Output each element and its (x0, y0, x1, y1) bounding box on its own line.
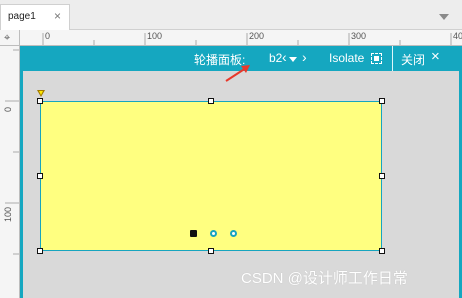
ruler-label: 0 (45, 31, 51, 41)
ruler-label: 100 (3, 206, 13, 222)
ruler-label: 400 (453, 31, 462, 41)
close-tab-icon[interactable]: × (54, 9, 61, 23)
carousel-panel[interactable] (40, 101, 382, 251)
ruler-ticks (5, 49, 19, 255)
resize-handle-left[interactable] (37, 173, 43, 179)
resize-handle-right[interactable] (379, 173, 385, 179)
ruler-label: 100 (147, 31, 163, 41)
chevron-down-icon[interactable] (289, 57, 297, 62)
next-state-button[interactable]: › (302, 49, 307, 65)
carousel-dot-2[interactable] (210, 230, 217, 237)
watermark: CSDN @设计师工作日常 (241, 270, 408, 287)
resize-handle-top[interactable] (208, 98, 214, 104)
tab-bar: page1 × (0, 0, 462, 30)
crosshair-icon: ⌖ (4, 32, 11, 44)
tabs-dropdown-icon[interactable] (439, 14, 449, 20)
resize-handle-top-right[interactable] (379, 98, 385, 104)
resize-handle-top-left[interactable] (37, 98, 43, 104)
resize-handle-bottom-right[interactable] (379, 248, 385, 254)
resize-handle-bottom[interactable] (208, 248, 214, 254)
close-icon[interactable]: × (431, 48, 440, 65)
prev-state-button[interactable]: ‹ (282, 49, 287, 65)
isolate-button[interactable]: Isolate (329, 51, 364, 65)
ruler-label: 300 (351, 31, 367, 41)
vertical-ruler: 0 100 (0, 46, 20, 298)
tab-page1[interactable]: page1 × (0, 4, 70, 30)
annotation-arrow-icon (225, 65, 250, 82)
ruler-label: 0 (3, 106, 13, 112)
horizontal-ruler: 0 100 200 300 400 (20, 30, 462, 46)
toolbar-divider (392, 46, 393, 71)
ruler-ticks (42, 33, 452, 45)
tab-label: page1 (8, 11, 36, 22)
panel-state-select[interactable]: b2 (269, 51, 282, 65)
carousel-dot-1[interactable] (190, 230, 197, 237)
ruler-label: 200 (249, 31, 265, 41)
close-panel-button[interactable]: 关闭 (401, 51, 425, 68)
anchor-marker-icon[interactable] (37, 90, 45, 97)
edit-frame-left (20, 71, 23, 298)
ruler-corner: ⌖ (0, 30, 20, 46)
resize-handle-bottom-left[interactable] (37, 248, 43, 254)
carousel-dot-3[interactable] (230, 230, 237, 237)
isolate-icon[interactable] (371, 53, 382, 64)
